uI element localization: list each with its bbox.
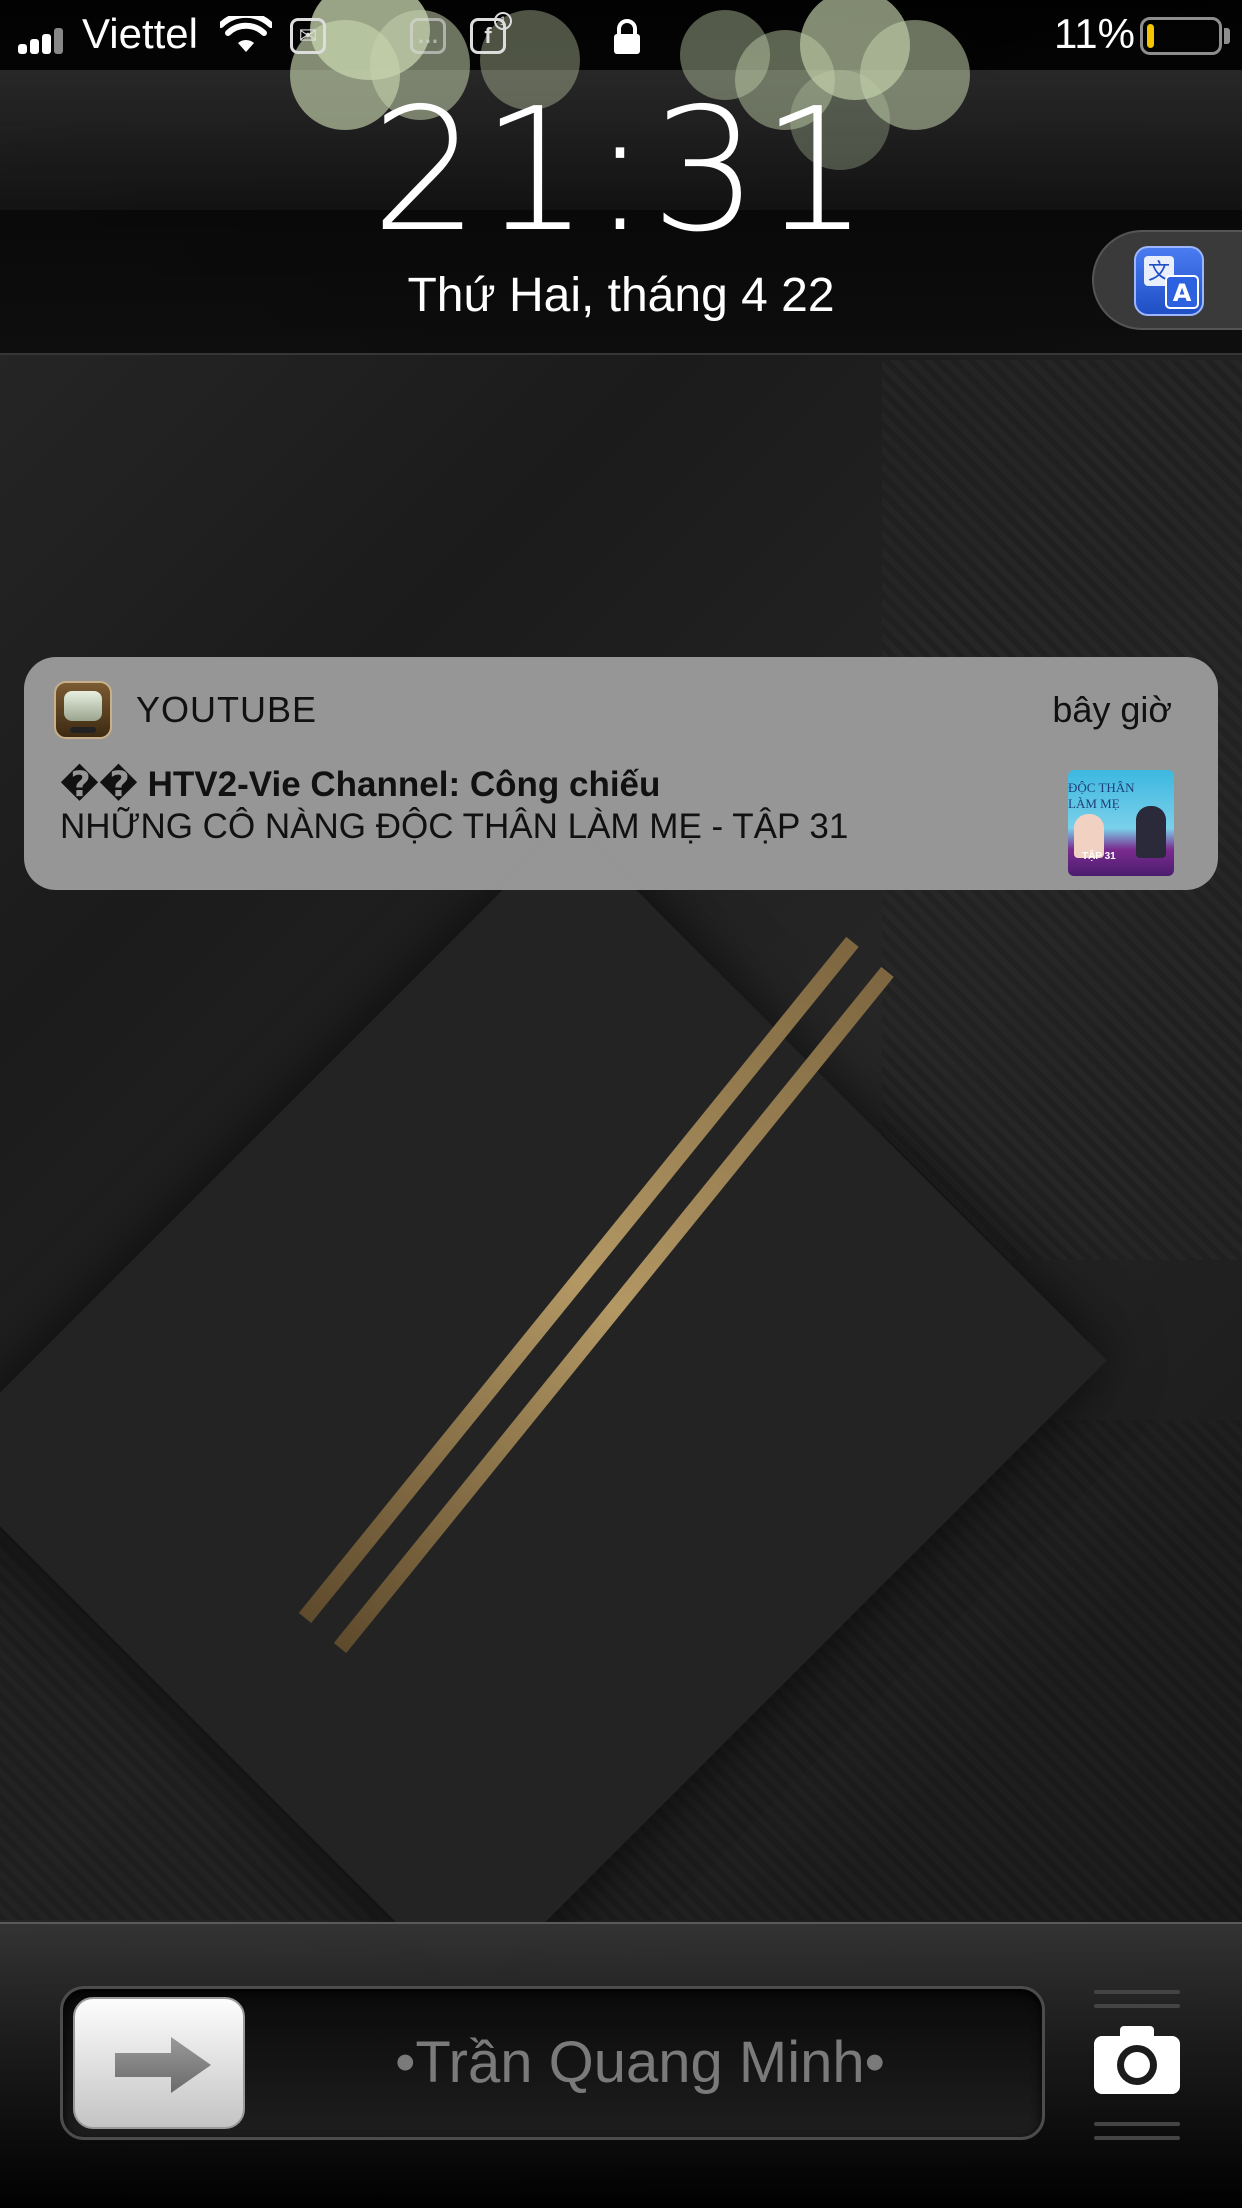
translate-glyph: 文 A	[1144, 256, 1199, 309]
svg-text:A: A	[1173, 279, 1192, 307]
unlock-bar: •Trần Quang Minh•	[0, 1922, 1242, 2208]
battery-fill	[1147, 24, 1154, 48]
camera-icon[interactable]	[1094, 2026, 1180, 2096]
translate-icon: 文 A	[1134, 246, 1204, 316]
notification-app-name: YOUTUBE	[136, 689, 318, 730]
battery-cap	[1224, 28, 1230, 44]
thumbnail-episode: TẬP 31	[1082, 851, 1116, 862]
lock-screen-clock: 21:31	[371, 72, 871, 270]
lock-icon	[614, 19, 640, 54]
arrow-right-icon	[115, 2037, 211, 2093]
battery-icon	[1140, 17, 1222, 55]
messenger-icon: ✉	[290, 18, 326, 54]
status-app-icons: ✉ … f 1	[290, 12, 520, 58]
unlock-slider-knob[interactable]	[73, 1997, 245, 2129]
youtube-app-icon	[54, 681, 112, 739]
notification-title: �� HTV2-Vie Channel: Công chiếu	[60, 765, 661, 804]
battery-percentage: 11%	[1054, 10, 1135, 57]
unlock-slider-track[interactable]: •Trần Quang Minh•	[60, 1986, 1045, 2140]
message-icon: …	[410, 18, 446, 54]
youtube-icon-stand	[70, 727, 96, 733]
notification-body: NHỮNG CÔ NÀNG ĐỘC THÂN LÀM MẸ - TẬP 31	[60, 807, 849, 846]
translate-shortcut[interactable]: 文 A	[1092, 230, 1242, 330]
thumbnail-person	[1136, 806, 1166, 858]
notification-card[interactable]: YOUTUBE bây giờ �� HTV2-Vie Channel: Côn…	[24, 657, 1218, 890]
facebook-badge: 1	[494, 12, 512, 30]
signal-icon	[18, 28, 72, 54]
notification-time: bây giờ	[1052, 689, 1172, 730]
lock-screen-date: Thứ Hai, tháng 4 22	[407, 269, 835, 322]
youtube-icon-screen	[64, 691, 102, 721]
wifi-icon	[220, 16, 272, 52]
unlock-slider-label: •Trần Quang Minh•	[395, 2030, 885, 2095]
thumbnail-title: ĐỘC THÂN LÀM MẸ	[1068, 780, 1135, 811]
carrier-name: Viettel	[82, 10, 198, 57]
notification-thumbnail: ĐỘC THÂN LÀM MẸ TẬP 31	[1068, 770, 1174, 876]
status-bar: Viettel ✉ … f 1 11%	[0, 0, 1242, 70]
